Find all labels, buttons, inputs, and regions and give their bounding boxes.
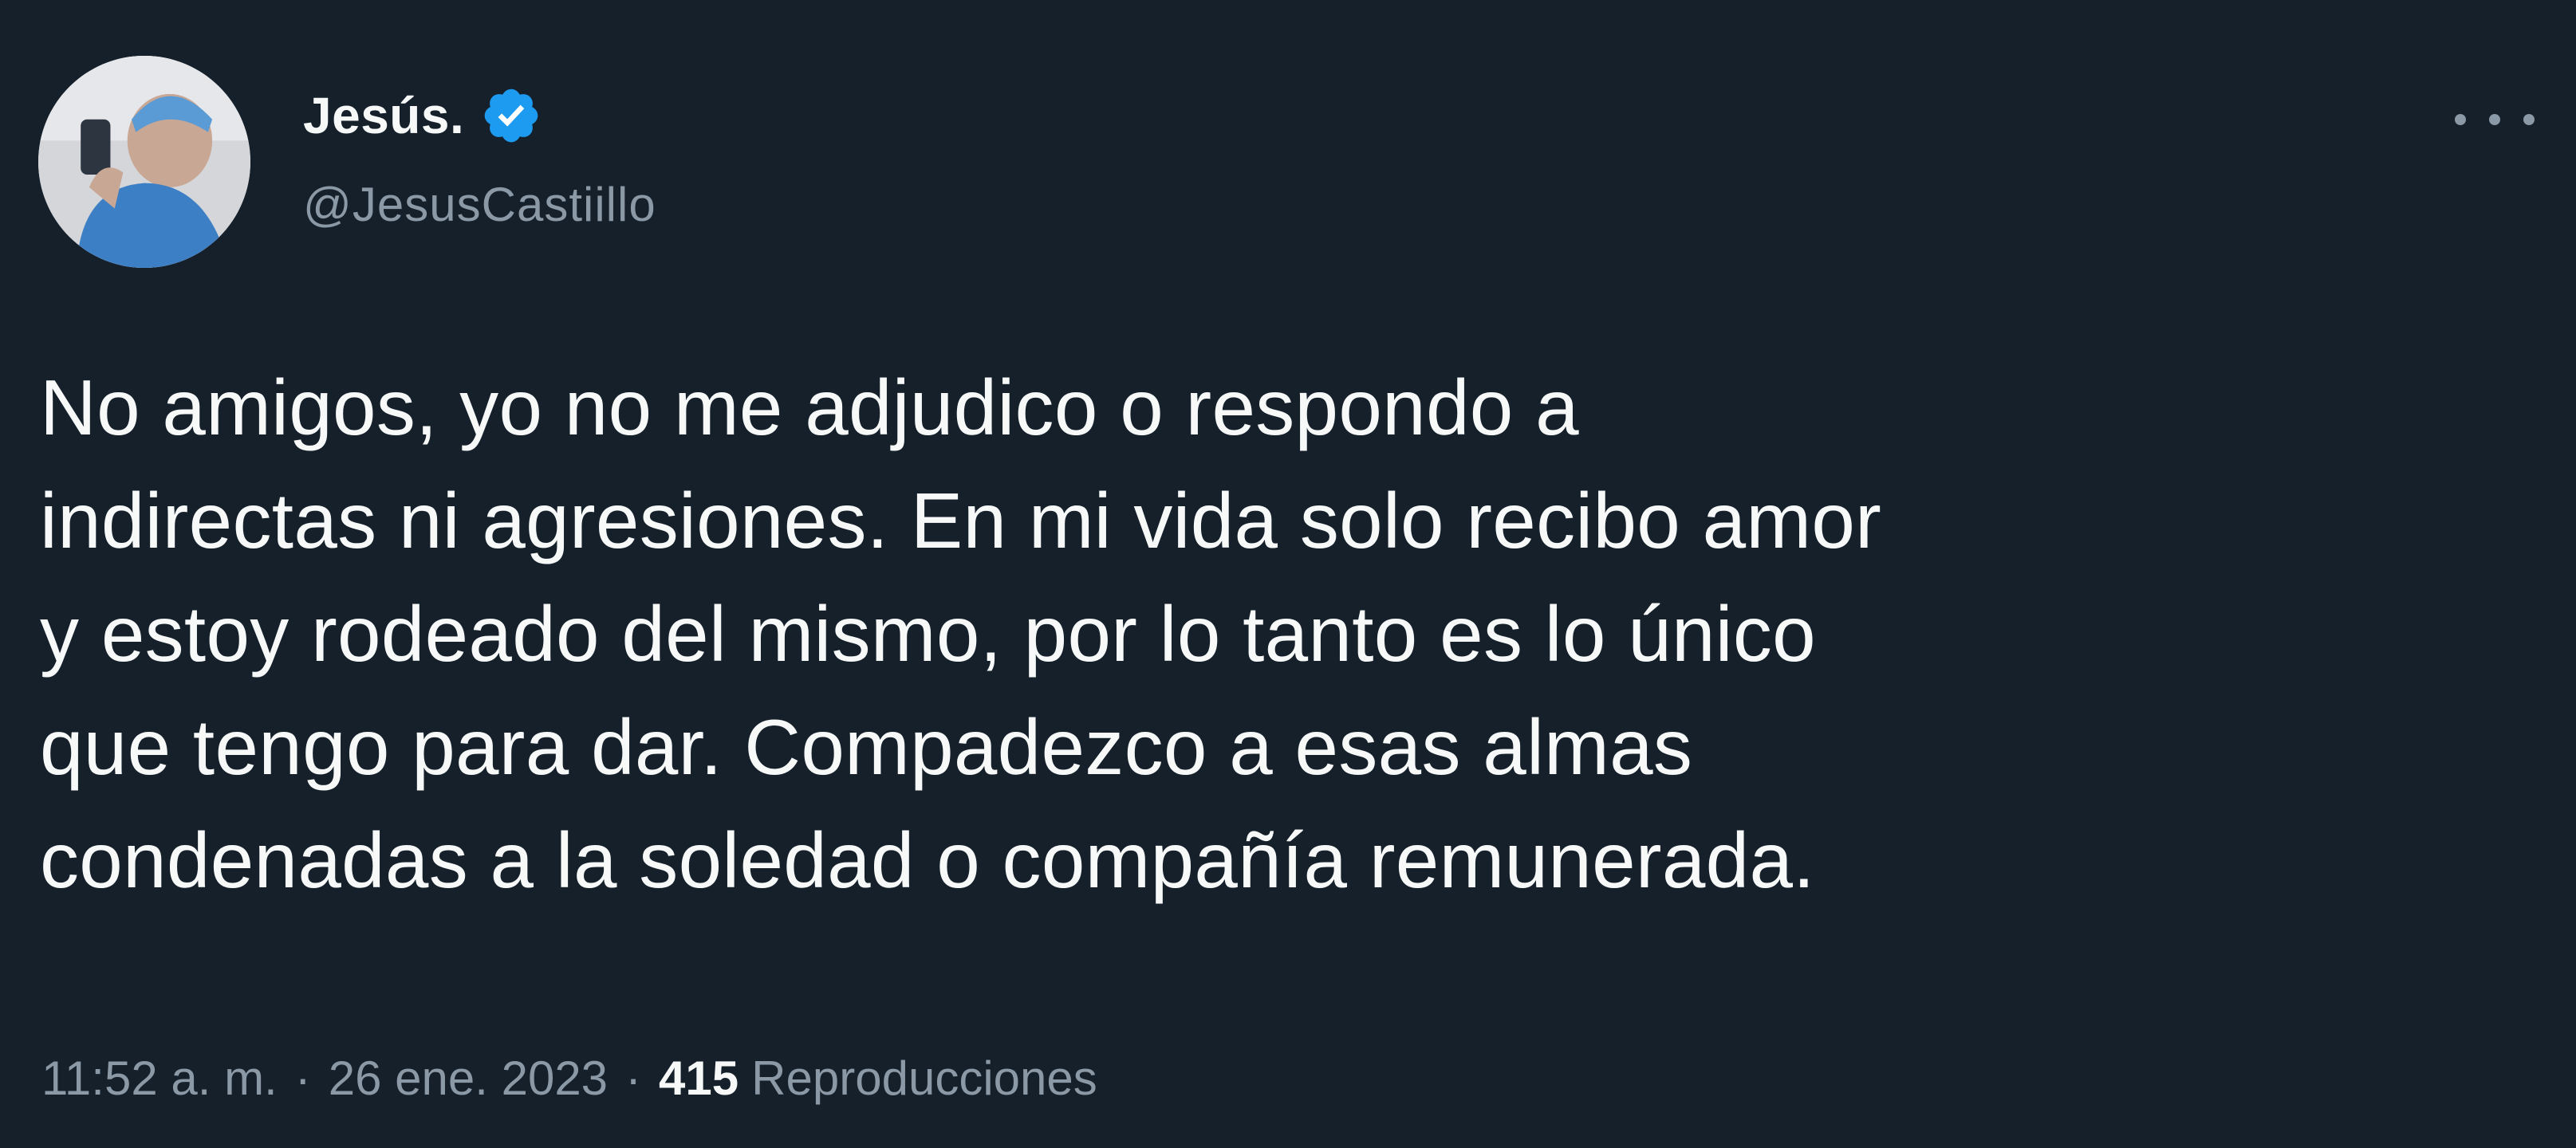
tweet-text: No amigos, yo no me adjudico o respondo … (40, 351, 2512, 917)
author-row: Jesús. (303, 80, 542, 151)
tweet-date[interactable]: 26 ene. 2023 (329, 1051, 608, 1106)
avatar-image (38, 56, 250, 268)
meta-separator: · (625, 1052, 642, 1105)
tweet-meta: 11:52 a. m. · 26 ene. 2023 · 415 Reprodu… (41, 1051, 1097, 1106)
tweet-time[interactable]: 11:52 a. m. (41, 1051, 278, 1106)
views-count[interactable]: 415 (659, 1051, 739, 1106)
display-name[interactable]: Jesús. (303, 86, 464, 145)
views-label[interactable]: Reproducciones (751, 1051, 1097, 1106)
avatar[interactable] (38, 56, 250, 268)
tweet-text-line: que tengo para dar. Compadezco a esas al… (40, 703, 1693, 791)
more-dot (2523, 114, 2535, 125)
more-options-icon[interactable] (2455, 96, 2535, 144)
tweet-text-line: condenadas a la soledad o compañía remun… (40, 816, 1815, 904)
user-handle[interactable]: @JesusCastiillo (303, 177, 656, 232)
more-dot (2455, 114, 2466, 125)
tweet-text-line: indirectas ni agresiones. En mi vida sol… (40, 477, 1882, 564)
meta-separator: · (294, 1052, 311, 1105)
more-dot (2489, 114, 2500, 125)
tweet-text-line: y estoy rodeado del mismo, por lo tanto … (40, 590, 1816, 678)
tweet-text-line: No amigos, yo no me adjudico o respondo … (40, 364, 1579, 451)
verified-badge-icon (480, 85, 542, 147)
tweet-card: Jesús. @JesusCastiillo No amigos, yo no … (0, 0, 2576, 1148)
